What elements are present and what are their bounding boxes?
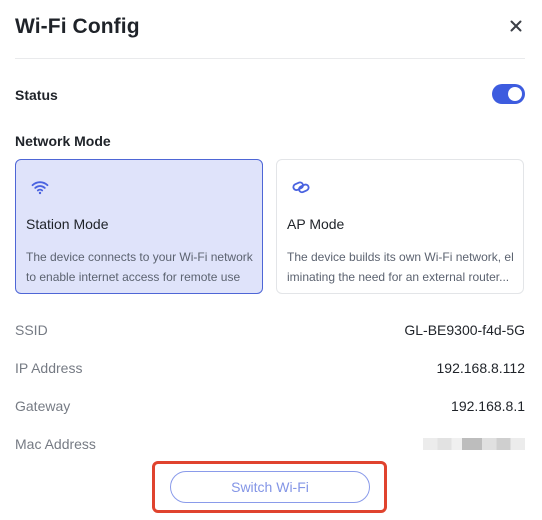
switch-wifi-button[interactable]: Switch Wi-Fi — [170, 471, 370, 503]
station-mode-title: Station Mode — [26, 216, 109, 232]
ssid-label: SSID — [15, 322, 48, 338]
ap-mode-description: The device builds its own Wi-Fi network,… — [287, 250, 514, 284]
mac-address-value-redacted — [423, 438, 525, 450]
status-toggle[interactable] — [492, 84, 525, 104]
close-icon — [510, 20, 522, 32]
header-divider — [15, 58, 525, 59]
ssid-value: GL-BE9300-f4d-5G — [404, 322, 525, 338]
ip-address-row: IP Address 192.168.8.112 — [15, 360, 525, 380]
ip-address-value: 192.168.8.112 — [436, 360, 526, 376]
ip-address-label: IP Address — [15, 360, 83, 376]
gateway-label: Gateway — [15, 398, 71, 414]
ssid-row: SSID GL-BE9300-f4d-5G — [15, 322, 525, 342]
gateway-row: Gateway 192.168.8.1 — [15, 398, 525, 418]
mac-address-row: Mac Address — [15, 436, 525, 456]
link-icon — [292, 181, 310, 194]
station-mode-description: The device connects to your Wi-Fi networ… — [26, 250, 253, 284]
wifi-config-dialog: Wi-Fi Config Status Network Mode Station… — [0, 0, 542, 520]
dialog-title: Wi-Fi Config — [15, 15, 140, 38]
ap-mode-title: AP Mode — [287, 216, 345, 232]
status-label: Status — [15, 87, 58, 103]
network-mode-label: Network Mode — [15, 133, 111, 149]
gateway-value: 192.168.8.1 — [451, 398, 525, 414]
mac-address-label: Mac Address — [15, 436, 96, 452]
station-mode-card[interactable]: Station Mode The device connects to your… — [15, 159, 263, 294]
toggle-knob — [508, 87, 522, 101]
wifi-icon — [31, 181, 49, 195]
close-button[interactable] — [506, 16, 526, 36]
ap-mode-card[interactable]: AP Mode The device builds its own Wi-Fi … — [276, 159, 524, 294]
